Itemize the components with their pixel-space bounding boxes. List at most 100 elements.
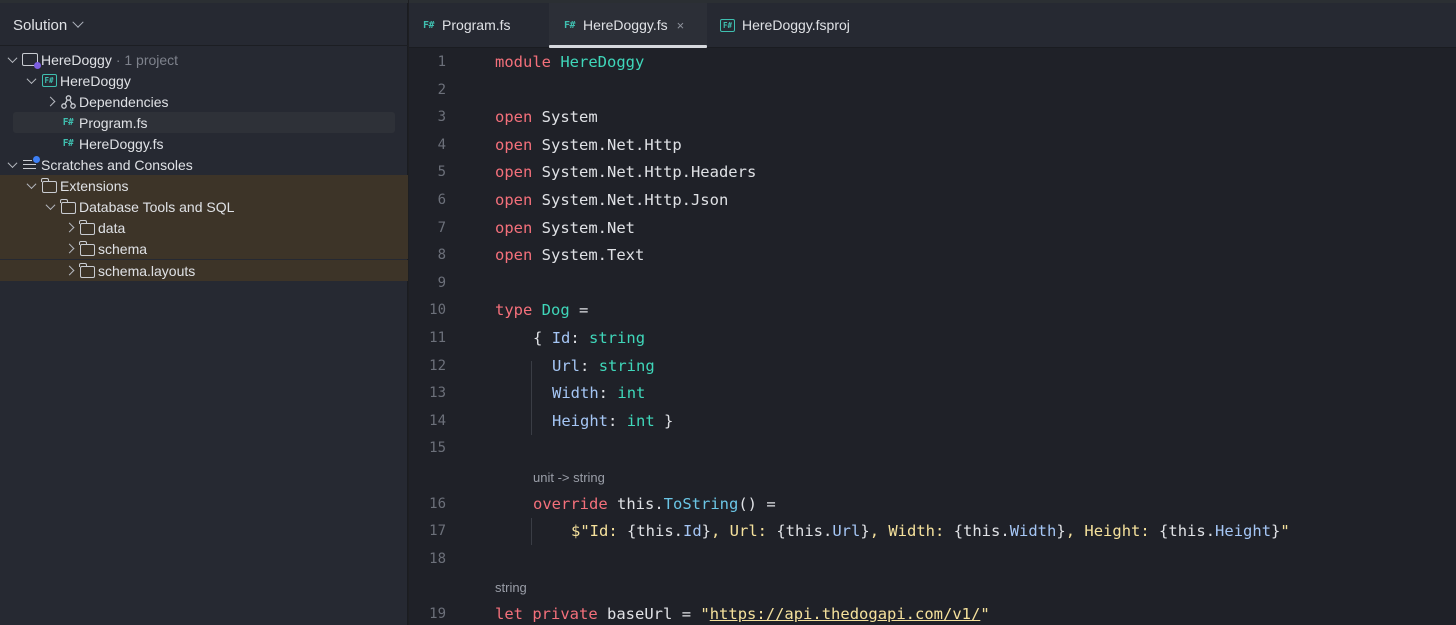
type-hint-override: unit -> string (533, 470, 605, 485)
code-line-13: Width: int (552, 384, 646, 402)
indent-guide (531, 518, 532, 545)
code-line-17: $"Id: {this.Id}, Url: {this.Url}, Width:… (571, 522, 1290, 540)
tab-heredoggy-fs[interactable]: F# HereDoggy.fs × (549, 3, 707, 48)
expand-arrow-icon[interactable] (42, 199, 58, 215)
solution-icon (22, 52, 41, 69)
tree-item-schema-layouts[interactable]: schema.layouts (0, 260, 408, 281)
code-editor: F# Program.fs F# HereDoggy.fs × F# HereD… (409, 0, 1456, 625)
tree-item-solution[interactable]: HereDoggy · 1 project (0, 49, 408, 70)
line-number: 12 (429, 358, 446, 374)
window-top-strip (0, 0, 408, 3)
code-line-4: open System.Net.Http (495, 136, 682, 154)
tree-item-label: Program.fs (79, 114, 148, 131)
tree-item-dependencies[interactable]: Dependencies (0, 91, 408, 112)
line-number: 10 (429, 302, 446, 318)
line-number-gutter: 1 2 3 4 5 6 7 8 9 10 11 12 13 14 15 16 1… (409, 48, 479, 625)
code-line-7: open System.Net (495, 219, 635, 237)
code-line-19: let private baseUrl = "https://api.thedo… (495, 605, 990, 623)
tab-program-fs[interactable]: F# Program.fs (423, 3, 511, 47)
tree-item-label: Dependencies (79, 93, 169, 110)
expand-arrow-icon[interactable] (4, 157, 20, 173)
code-line-8: open System.Text (495, 246, 645, 264)
type-hint-baseurl: string (495, 580, 527, 595)
fsharp-file-icon: F# (564, 19, 576, 31)
expand-arrow-icon[interactable] (4, 52, 20, 68)
tree-item-label: Scratches and Consoles (41, 156, 193, 173)
line-number: 6 (437, 192, 446, 208)
line-number: 8 (437, 247, 446, 263)
code-line-14: Height: int } (552, 412, 674, 430)
code-line-6: open System.Net.Http.Json (495, 191, 729, 209)
tree-item-label: Database Tools and SQL (79, 198, 235, 215)
line-number: 16 (429, 496, 446, 512)
code-line-1: module HereDoggy (495, 53, 645, 71)
folder-icon (41, 177, 57, 194)
fsharp-project-icon: F# (720, 18, 735, 32)
collapse-arrow-icon[interactable] (61, 263, 77, 279)
collapse-arrow-icon[interactable] (61, 241, 77, 257)
tree-item-label: schema (98, 240, 148, 257)
indent-guide (531, 361, 532, 435)
solution-explorer: Solution HereDoggy · 1 project F# HereDo… (0, 0, 408, 625)
tab-label: HereDoggy.fsproj (742, 17, 850, 33)
code-line-12: Url: string (552, 357, 655, 375)
line-number: 3 (437, 109, 446, 125)
tree-item-label: HereDoggy (41, 51, 112, 68)
code-area[interactable]: module HereDoggy open System open System… (495, 48, 1455, 625)
code-line-11: { Id: string (533, 329, 646, 347)
dependencies-icon (60, 94, 76, 110)
folder-icon (60, 198, 76, 215)
line-number: 18 (429, 551, 446, 567)
code-line-5: open System.Net.Http.Headers (495, 163, 757, 181)
project-count: · 1 project (115, 51, 179, 68)
tree-item-project[interactable]: F# HereDoggy (0, 70, 408, 91)
line-number: 1 (437, 54, 446, 70)
expand-arrow-icon[interactable] (23, 178, 39, 194)
fsharp-file-icon: F# (62, 138, 74, 149)
code-line-16: override this.ToString() = (533, 495, 776, 513)
folder-icon (79, 219, 95, 236)
line-number: 17 (429, 523, 446, 539)
line-number: 9 (437, 275, 446, 291)
solution-header[interactable]: Solution (0, 5, 408, 46)
fsharp-file-icon: F# (62, 117, 74, 128)
line-number: 2 (437, 82, 446, 98)
tab-label: Program.fs (442, 17, 511, 33)
tree-item-heredoggy-fs[interactable]: F# HereDoggy.fs (0, 133, 408, 154)
line-number: 5 (437, 164, 446, 180)
tree-item-database-tools[interactable]: Database Tools and SQL (0, 196, 408, 217)
close-icon[interactable]: × (677, 18, 685, 33)
tree-item-label: Extensions (60, 177, 129, 194)
tree-item-label: schema.layouts (98, 262, 196, 279)
collapse-arrow-icon[interactable] (42, 94, 58, 110)
tree-item-data[interactable]: data (0, 217, 408, 238)
line-number: 15 (429, 440, 446, 456)
folder-icon (79, 240, 95, 257)
tree-item-scratches[interactable]: Scratches and Consoles (0, 154, 408, 175)
line-number: 4 (437, 137, 446, 153)
line-number: 14 (429, 413, 446, 429)
tree-item-label: HereDoggy (60, 72, 131, 89)
tree-item-label: data (98, 219, 126, 236)
solution-title: Solution (13, 16, 68, 34)
collapse-arrow-icon[interactable] (61, 220, 77, 236)
tab-heredoggy-fsproj[interactable]: F# HereDoggy.fsproj (720, 3, 850, 47)
tab-label: HereDoggy.fs (583, 17, 668, 33)
line-number: 7 (437, 220, 446, 236)
scratches-icon (22, 155, 40, 173)
code-line-3: open System (495, 108, 598, 126)
expand-arrow-icon[interactable] (23, 73, 39, 89)
line-number: 13 (429, 385, 446, 401)
fsharp-file-icon: F# (423, 19, 435, 31)
editor-tab-bar: F# Program.fs F# HereDoggy.fs × F# HereD… (409, 0, 1456, 48)
line-number: 19 (429, 606, 446, 622)
tree-item-schema[interactable]: schema (0, 238, 408, 259)
line-number: 11 (429, 330, 446, 346)
chevron-down-icon[interactable] (72, 16, 84, 28)
tree-item-program-fs[interactable]: F# Program.fs (0, 112, 408, 133)
folder-icon (79, 262, 95, 279)
tree-item-label: HereDoggy.fs (79, 135, 164, 152)
fsharp-project-icon: F# (41, 73, 57, 89)
url-link[interactable]: https://api.thedogapi.com/v1/ (710, 605, 981, 623)
tree-item-extensions[interactable]: Extensions (0, 175, 408, 196)
